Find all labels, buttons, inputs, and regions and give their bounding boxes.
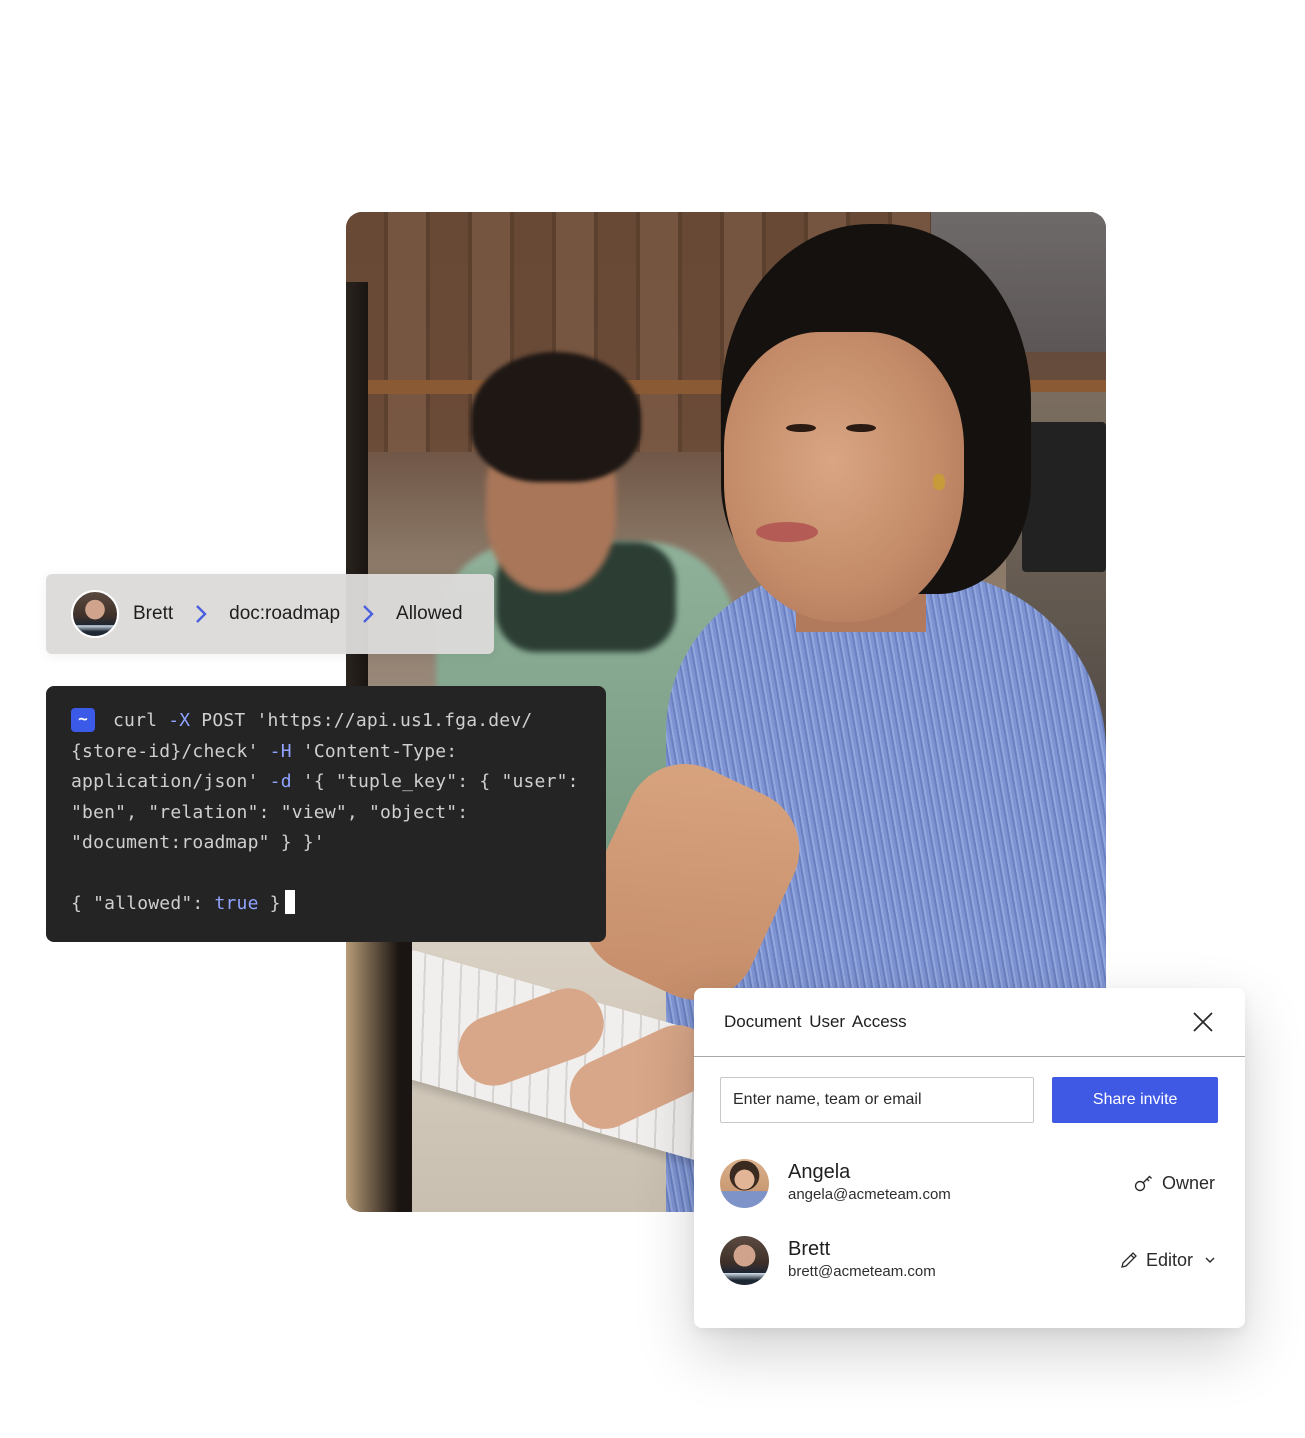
brett-avatar: [71, 590, 119, 638]
user-name: Angela: [788, 1161, 851, 1183]
breadcrumb-user: Brett: [133, 603, 174, 624]
user-email: angela@acmeteam.com: [788, 1186, 951, 1203]
terminal-token-flag: -H: [269, 740, 292, 762]
terminal-panel: ~ curl -X POST 'https://api.us1.fga.dev/ {…: [46, 686, 606, 942]
breadcrumb-object: doc:roadmap: [229, 603, 341, 624]
terminal-line: { "allowed": true }: [71, 889, 606, 920]
terminal-text: application/json': [71, 771, 270, 792]
user-row-brett: Brett brett@acmeteam.com Editor: [720, 1235, 1215, 1285]
terminal-line: {store-id}/check' -H 'Content-Type:: [71, 737, 606, 768]
dialog-header: Document User Access: [694, 988, 1245, 1057]
terminal-token-flag: -X: [168, 710, 191, 731]
access-check-breadcrumb: Brett doc:roadmap Allowed: [46, 574, 494, 654]
terminal-text: "document:roadmap" } }': [71, 832, 325, 853]
pencil-icon: [1120, 1251, 1138, 1269]
chevron-down-icon: [1205, 1257, 1215, 1263]
chevron-right-icon: [195, 604, 207, 624]
terminal-token-flag: -d: [269, 771, 292, 792]
terminal-token-kw: true: [214, 893, 259, 914]
terminal-text: }: [258, 893, 281, 914]
terminal-line: ~ curl -X POST 'https://api.us1.fga.dev/: [71, 706, 606, 737]
terminal-line: application/json' -d '{ "tuple_key": { "…: [71, 767, 606, 798]
role-owner: Owner: [1134, 1173, 1215, 1194]
user-row-angela: Angela angela@acmeteam.com Owner: [720, 1158, 1215, 1208]
document-access-dialog: Document User Access Share invite Angela…: [694, 988, 1245, 1328]
terminal-text: "ben", "relation": "view", "object":: [71, 801, 469, 823]
user-email: brett@acmeteam.com: [788, 1263, 936, 1280]
terminal-text: '{ "tuple_key": { "user":: [291, 771, 579, 792]
terminal-cursor: [284, 890, 295, 914]
terminal-text: POST 'https://api.us1.fga.dev/: [190, 710, 533, 731]
breadcrumb-result: Allowed: [396, 603, 463, 624]
role-label: Owner: [1161, 1172, 1215, 1193]
terminal-line: "document:roadmap" } }': [71, 828, 606, 859]
terminal-prompt-icon: ~: [71, 708, 95, 732]
brett-avatar: [720, 1235, 769, 1285]
terminal-line: "ben", "relation": "view", "object":: [71, 798, 606, 829]
role-editor-dropdown[interactable]: Editor: [1120, 1250, 1215, 1271]
terminal-text: { "allowed":: [71, 893, 215, 914]
close-icon[interactable]: [1191, 1010, 1215, 1034]
dialog-title: Document User Access: [724, 1012, 907, 1031]
terminal-text: 'Content-Type:: [291, 740, 458, 762]
chevron-right-icon: [362, 604, 374, 624]
angela-avatar: [720, 1158, 769, 1208]
terminal-text: {store-id}/check': [71, 740, 270, 762]
terminal-text: curl: [113, 710, 169, 731]
user-name: Brett: [788, 1238, 831, 1260]
invite-input[interactable]: [720, 1077, 1035, 1123]
key-icon: [1134, 1174, 1154, 1192]
role-label: Editor: [1145, 1249, 1193, 1270]
share-invite-button[interactable]: Share invite: [1052, 1077, 1218, 1123]
